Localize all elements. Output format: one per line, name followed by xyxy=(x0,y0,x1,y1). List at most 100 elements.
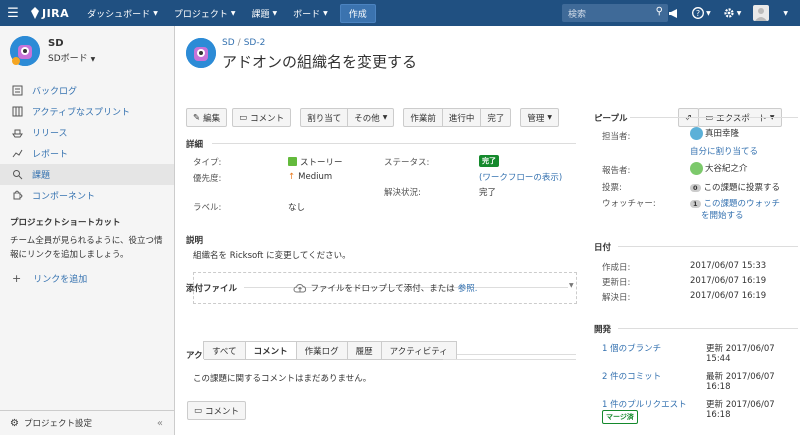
settings-gear-icon[interactable]: ▼ xyxy=(723,7,741,19)
feedback-megaphone-icon[interactable] xyxy=(668,8,680,19)
workflow-done-button[interactable]: 完了 xyxy=(480,108,512,127)
labels-value: なし xyxy=(288,203,306,213)
assignee-avatar xyxy=(690,127,703,140)
cloud-upload-icon xyxy=(293,283,307,293)
nav-dashboards[interactable]: ダッシュボード ▼ xyxy=(79,0,166,26)
watchers-label: ウォッチャー: xyxy=(602,199,656,209)
tab-activity[interactable]: アクティビティ xyxy=(380,341,457,359)
sidebar-item-label: コンポーネント xyxy=(32,192,96,202)
chevron-down-icon: ▼ xyxy=(90,56,96,63)
dropzone-text: ファイルをドロップして添付、または xyxy=(310,284,455,294)
jira-logo[interactable]: JIRA xyxy=(30,7,69,20)
story-icon xyxy=(288,157,297,166)
tab-all[interactable]: すべて xyxy=(203,341,246,359)
browse-link[interactable]: 参照. xyxy=(458,282,478,294)
breadcrumb-issue-key[interactable]: SD-2 xyxy=(244,38,266,48)
add-comment-button[interactable]: ▭ コメント xyxy=(187,401,247,420)
breadcrumb: SD / SD-2 xyxy=(222,38,266,48)
status-value: 完了 xyxy=(479,155,499,167)
commits-meta-time: 16:18 xyxy=(706,382,731,392)
nav-issues-label: 課題 xyxy=(251,9,270,20)
collapse-sidebar-icon[interactable]: « xyxy=(157,418,163,429)
priority-label: 優先度: xyxy=(193,174,222,184)
assignee-value[interactable]: 真田幸隆 xyxy=(690,127,739,140)
sidebar-item-label: 課題 xyxy=(32,171,51,181)
no-comments-text: この課題に関するコメントはまだありません。 xyxy=(193,374,372,384)
search-placeholder: 検索 xyxy=(568,9,587,20)
project-avatar-icon[interactable] xyxy=(10,36,40,66)
votes-count-badge: 0 xyxy=(690,184,701,192)
sidebar-item-active-sprints[interactable]: アクティブなスプリント xyxy=(0,101,174,122)
nav-projects[interactable]: プロジェクト ▼ xyxy=(166,0,244,26)
votes-value[interactable]: 0 この課題に投票する xyxy=(690,181,780,193)
assignee-name: 真田幸隆 xyxy=(705,129,740,139)
add-comment-label: コメント xyxy=(205,406,240,417)
search-input[interactable]: 検索 ⚲ xyxy=(562,4,668,22)
project-name[interactable]: SD xyxy=(48,38,95,49)
board-selector[interactable]: SDボード ▼ xyxy=(48,51,95,64)
edit-label: 編集 xyxy=(203,113,221,124)
workflow-inprogress-button[interactable]: 進行中 xyxy=(441,108,482,127)
app-switcher-icon[interactable]: ☰ xyxy=(0,0,26,26)
nav-boards[interactable]: ボード ▼ xyxy=(285,0,336,26)
sidebar-item-components[interactable]: コンポーネント xyxy=(0,185,174,206)
more-button[interactable]: その他 ▼ xyxy=(347,108,395,127)
attachment-dropzone[interactable]: ファイルをドロップして添付、または 参照. xyxy=(193,272,577,304)
breadcrumb-project[interactable]: SD xyxy=(222,38,235,48)
chevron-down-icon: ▼ xyxy=(272,9,278,17)
add-link-button[interactable]: + リンクを追加 xyxy=(0,262,174,285)
assign-to-me-link[interactable]: 自分に割り当てる xyxy=(690,145,758,157)
project-settings-link[interactable]: ⚙ プロジェクト設定 « xyxy=(0,410,175,435)
sidebar-item-backlog[interactable]: バックログ xyxy=(0,80,174,101)
plus-icon: + xyxy=(12,272,22,285)
svg-text:?: ? xyxy=(696,9,700,18)
vote-link-text: この課題に投票する xyxy=(703,183,781,193)
commits-link[interactable]: 2 件のコミット xyxy=(602,370,661,382)
issue-view: SD / SD-2 アドオンの組織名を変更する ✎ 編集 ▭ コメント 割り当て その他… xyxy=(176,26,800,435)
help-icon[interactable]: ? ▼ xyxy=(692,7,711,19)
reporter-value[interactable]: 大谷紀之介 xyxy=(690,162,748,175)
project-header: SD SDボード ▼ xyxy=(0,26,174,66)
reporter-avatar xyxy=(690,162,703,175)
top-navigation-bar: ☰ JIRA ダッシュボード ▼ プロジェクト ▼ 課題 ▼ ボード ▼ 作成 検索 ⚲ … xyxy=(0,0,800,26)
comment-icon: ▭ xyxy=(239,112,248,123)
workflow-link[interactable]: (ワークフローの表示) xyxy=(479,171,562,183)
people-divider xyxy=(630,117,798,118)
description-text[interactable]: 組織名を Ricksoft に変更してください。 xyxy=(193,249,351,261)
pull-request-link[interactable]: 1 件のプルリクエスト xyxy=(602,398,687,410)
branch-link[interactable]: 1 個のブランチ xyxy=(602,342,661,354)
user-avatar-menu[interactable]: ▼ xyxy=(753,5,788,21)
workflow-todo-button[interactable]: 作業前 xyxy=(403,108,443,127)
issue-summary[interactable]: アドオンの組織名を変更する xyxy=(222,51,417,72)
watchers-value[interactable]: 1 この課題のウォッチ xyxy=(690,197,780,209)
nav-issues[interactable]: 課題 ▼ xyxy=(243,0,285,26)
priority-arrow-up-icon: ↑ xyxy=(288,172,296,182)
jira-logo-text: JIRA xyxy=(42,6,70,20)
resolution-value: 完了 xyxy=(479,188,497,198)
comment-label: コメント xyxy=(250,113,285,124)
assign-button[interactable]: 割り当て xyxy=(300,108,349,127)
commits-meta-date: 最新 2017/06/07 xyxy=(706,372,775,382)
tab-history[interactable]: 履歴 xyxy=(346,341,382,359)
sidebar-item-reports[interactable]: レポート xyxy=(0,143,174,164)
admin-label: 管理 xyxy=(527,113,545,124)
pr-meta-date: 更新 2017/06/07 xyxy=(706,400,775,410)
watchers-value-line2[interactable]: を開始する xyxy=(701,209,744,221)
create-button[interactable]: 作成 xyxy=(339,3,376,23)
chart-icon xyxy=(11,148,23,160)
workflow-group: 作業前 進行中 完了 xyxy=(403,108,512,127)
tabs-baseline xyxy=(443,359,576,360)
add-link-label: リンクを追加 xyxy=(33,275,88,285)
nav-projects-label: プロジェクト xyxy=(173,9,228,20)
tab-comments[interactable]: コメント xyxy=(244,341,297,359)
reporter-label: 報告者: xyxy=(602,166,631,176)
admin-button[interactable]: 管理 ▼ xyxy=(520,108,560,127)
tab-worklog[interactable]: 作業ログ xyxy=(295,341,348,359)
people-title: ピープル xyxy=(594,114,628,124)
edit-button[interactable]: ✎ 編集 xyxy=(186,108,228,127)
sidebar-item-releases[interactable]: リリース xyxy=(0,122,174,143)
comment-button[interactable]: ▭ コメント xyxy=(232,108,292,127)
sidebar-item-issues[interactable]: 課題 xyxy=(0,164,174,185)
details-divider xyxy=(212,143,576,144)
backlog-icon xyxy=(11,85,23,97)
